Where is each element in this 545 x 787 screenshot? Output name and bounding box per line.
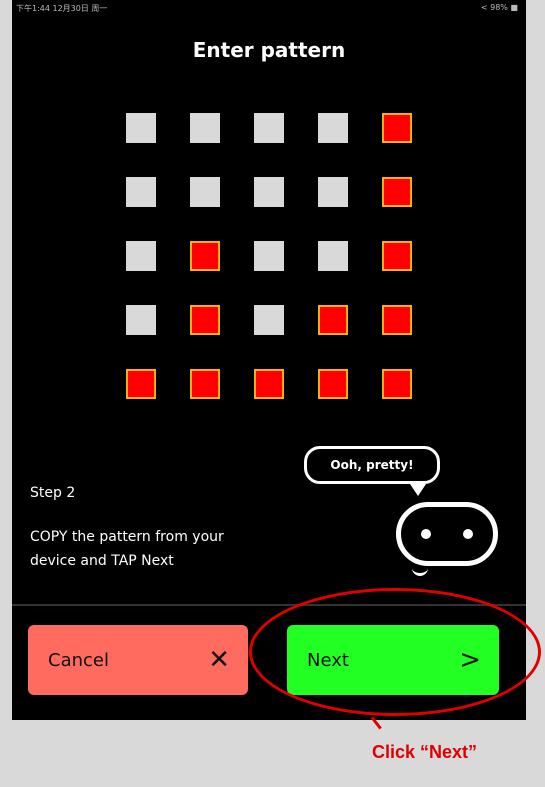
pattern-cell-r5-c5 bbox=[382, 369, 412, 399]
pattern-cell-r4-c2 bbox=[190, 305, 220, 335]
pattern-cell-r3-c2 bbox=[190, 241, 220, 271]
status-battery: < 98% ■ bbox=[480, 3, 518, 12]
pattern-cell-r3-c5 bbox=[382, 241, 412, 271]
pattern-cell-r1-c2 bbox=[190, 113, 220, 143]
pattern-cell-r5-c1 bbox=[126, 369, 156, 399]
pattern-cell-r1-c4 bbox=[318, 113, 348, 143]
status-time: 下午1:44 12月30日 周一 bbox=[16, 4, 108, 13]
pattern-cell-r1-c5 bbox=[382, 113, 412, 143]
pattern-cell-r1-c3 bbox=[254, 113, 284, 143]
instruction-line-2: device and TAP Next bbox=[30, 553, 174, 569]
robot-mouth bbox=[412, 568, 428, 576]
step-label: Step 2 bbox=[30, 485, 76, 501]
status-bar: 下午1:44 12月30日 周一 < 98% ■ bbox=[12, 0, 526, 16]
pattern-cell-r4-c4 bbox=[318, 305, 348, 335]
pattern-cell-r3-c1 bbox=[126, 241, 156, 271]
cancel-button-label: Cancel bbox=[48, 649, 109, 671]
pattern-cell-r4-c5 bbox=[382, 305, 412, 335]
pattern-cell-r4-c3 bbox=[254, 305, 284, 335]
pattern-cell-r5-c2 bbox=[190, 369, 220, 399]
pattern-cell-r2-c5 bbox=[382, 177, 412, 207]
pattern-cell-r5-c4 bbox=[318, 369, 348, 399]
page-title: Enter pattern bbox=[192, 38, 346, 62]
pattern-cell-r4-c1 bbox=[126, 305, 156, 335]
pattern-cell-r3-c4 bbox=[318, 241, 348, 271]
robot-eye-left bbox=[421, 529, 431, 539]
cancel-button[interactable]: Cancel ✕ bbox=[28, 625, 248, 695]
annotation-callout: Click “Next” bbox=[372, 742, 478, 762]
pattern-cell-r2-c1 bbox=[126, 177, 156, 207]
instruction-line-1: COPY the pattern from your bbox=[30, 529, 224, 545]
pattern-cell-r2-c2 bbox=[190, 177, 220, 207]
robot-mascot-icon bbox=[396, 502, 498, 566]
close-icon: ✕ bbox=[208, 645, 230, 675]
pattern-cell-r3-c3 bbox=[254, 241, 284, 271]
pattern-grid bbox=[116, 103, 414, 401]
annotation-highlight-ring bbox=[249, 588, 541, 716]
pattern-cell-r2-c3 bbox=[254, 177, 284, 207]
instruction-text: COPY the pattern from your device and TA… bbox=[30, 525, 300, 573]
pattern-cell-r5-c3 bbox=[254, 369, 284, 399]
pattern-cell-r1-c1 bbox=[126, 113, 156, 143]
speech-bubble: Ooh, pretty! bbox=[304, 446, 440, 484]
pattern-cell-r2-c4 bbox=[318, 177, 348, 207]
speech-bubble-tail bbox=[410, 484, 426, 496]
robot-eye-right bbox=[463, 529, 473, 539]
